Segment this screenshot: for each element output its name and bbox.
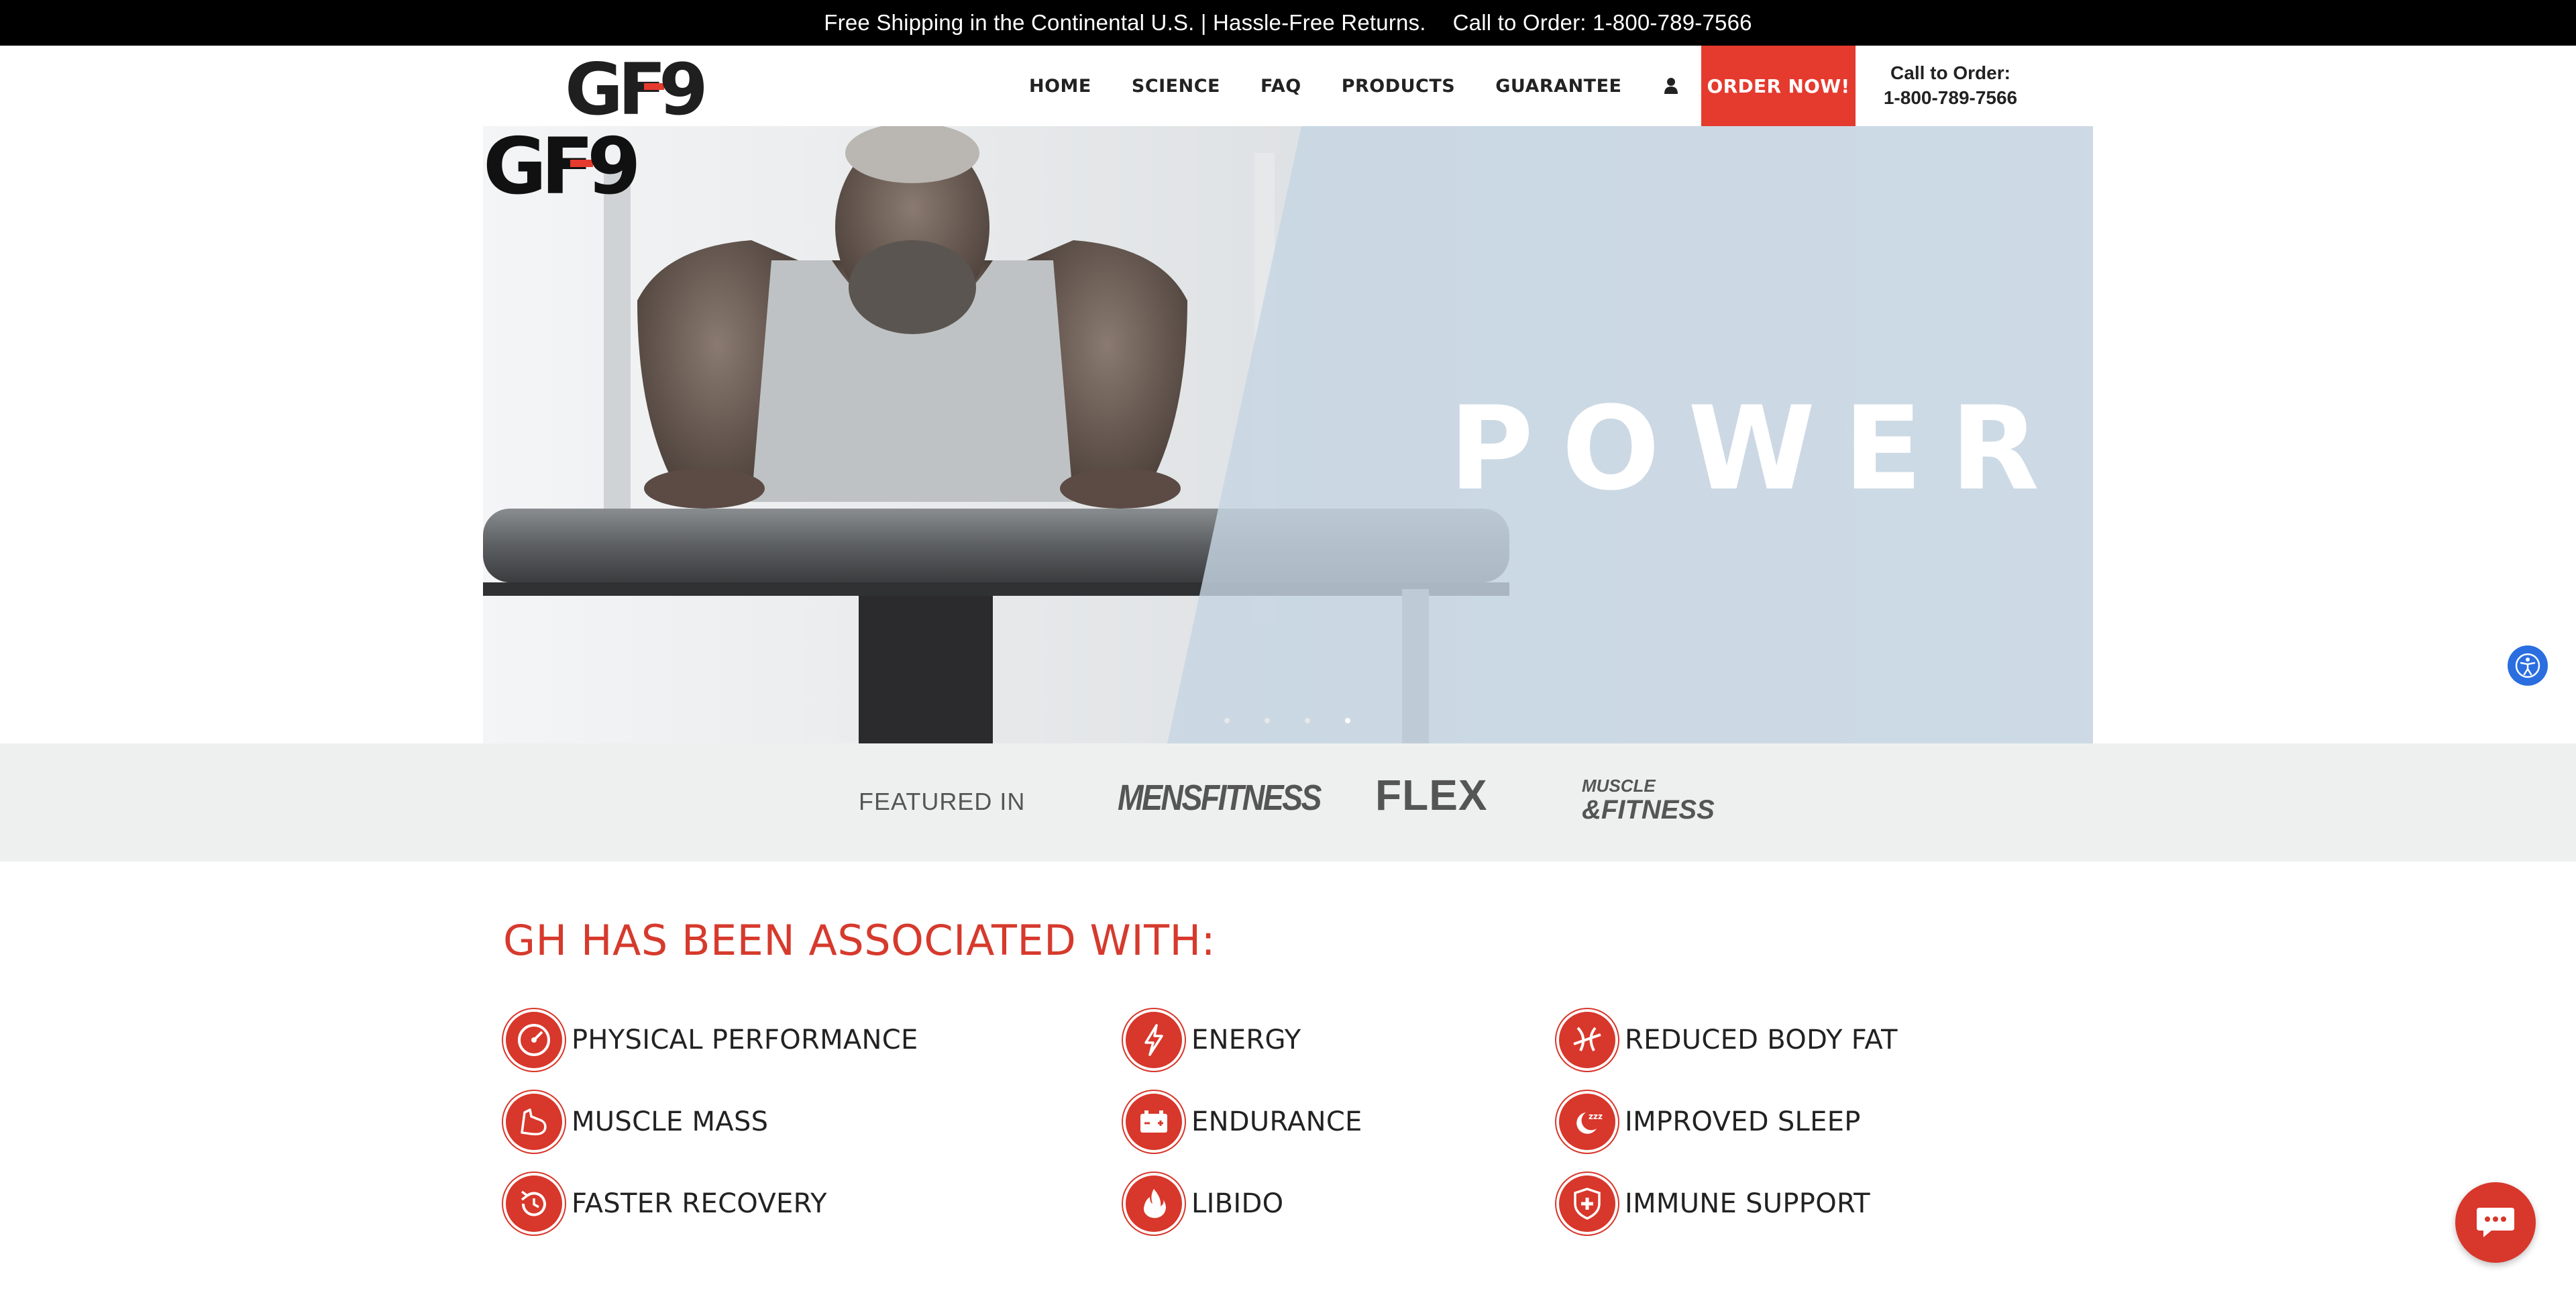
benefit-physical-performance: PHYSICAL PERFORMANCE: [503, 1009, 918, 1071]
nav-products[interactable]: PRODUCTS: [1342, 76, 1456, 97]
order-now-button[interactable]: ORDER NOW!: [1701, 46, 1856, 126]
user-icon[interactable]: [1662, 76, 1680, 95]
nav-home[interactable]: HOME: [1029, 76, 1091, 97]
shipping-notice: Free Shipping in the Continental U.S. | …: [824, 10, 1426, 35]
call-to-order: Call to Order: 1-800-789-7566: [1858, 60, 2043, 110]
benefit-libido: LIBIDO: [1123, 1173, 1283, 1235]
nav-science[interactable]: SCIENCE: [1132, 76, 1220, 97]
call-number[interactable]: 1-800-789-7566: [1858, 85, 2043, 110]
benefit-label: ENDURANCE: [1191, 1106, 1362, 1137]
benefits-title: GH HAS BEEN ASSOCIATED WITH:: [503, 916, 1216, 965]
announcement-bar: Free Shipping in the Continental U.S. | …: [0, 0, 2576, 46]
site-header: GF 9 HOME SCIENCE FAQ PRODUCTS GUARANTEE…: [0, 46, 2576, 126]
clock-refresh-icon: [503, 1173, 565, 1235]
shield-cross-icon: [1556, 1173, 1618, 1235]
slider-dot-1[interactable]: [1224, 718, 1230, 723]
mens-fitness-logo: MENSFITNESS: [1118, 778, 1322, 818]
benefit-endurance: ENDURANCE: [1123, 1091, 1362, 1153]
battery-icon: [1123, 1091, 1185, 1153]
flexed-arm-icon: [503, 1091, 565, 1153]
chat-icon[interactable]: [2455, 1182, 2536, 1263]
benefit-reduced-body-fat: REDUCED BODY FAT: [1556, 1009, 1898, 1071]
featured-in-band: FEATURED IN MENSFITNESS FLEX MUSCLE &FIT…: [0, 743, 2576, 862]
svg-text:zzz: zzz: [1589, 1112, 1603, 1121]
flex-logo: FLEX: [1375, 771, 1488, 819]
benefit-label: IMMUNE SUPPORT: [1625, 1188, 1870, 1219]
gf9-logo[interactable]: GF 9: [565, 52, 715, 121]
lightning-icon: [1123, 1009, 1185, 1071]
benefit-muscle-mass: MUSCLE MASS: [503, 1091, 768, 1153]
hero-headline: POWER: [1449, 381, 2068, 516]
benefit-faster-recovery: FASTER RECOVERY: [503, 1173, 827, 1235]
hero-slider[interactable]: POWER GF 9: [483, 126, 2093, 743]
benefit-label: REDUCED BODY FAT: [1625, 1025, 1898, 1055]
nav-guarantee[interactable]: GUARANTEE: [1495, 76, 1621, 97]
main-nav: HOME SCIENCE FAQ PRODUCTS GUARANTEE: [1029, 46, 1753, 126]
benefit-immune-support: IMMUNE SUPPORT: [1556, 1173, 1870, 1235]
benefit-label: LIBIDO: [1191, 1188, 1284, 1219]
muscle-fitness-logo: MUSCLE &FITNESS: [1582, 776, 1715, 821]
benefit-label: IMPROVED SLEEP: [1625, 1106, 1861, 1137]
svg-text:MUSCLE: MUSCLE: [1582, 776, 1656, 796]
svg-text:9: 9: [659, 52, 708, 121]
nav-faq[interactable]: FAQ: [1260, 76, 1301, 97]
featured-label: FEATURED IN: [859, 788, 1026, 815]
slider-dots: [1224, 718, 1385, 723]
slider-dot-4[interactable]: [1345, 718, 1350, 723]
benefit-label: FASTER RECOVERY: [572, 1188, 827, 1219]
hero-gf9-logo: GF 9: [483, 126, 641, 200]
call-label: Call to Order:: [1890, 62, 2010, 83]
benefit-label: PHYSICAL PERFORMANCE: [572, 1025, 918, 1055]
svg-text:&FITNESS: &FITNESS: [1582, 795, 1715, 821]
benefit-label: MUSCLE MASS: [572, 1106, 769, 1137]
svg-text:9: 9: [587, 126, 641, 200]
moon-zzz-icon: zzz: [1556, 1091, 1618, 1153]
slider-dot-3[interactable]: [1305, 718, 1310, 723]
slider-dot-2[interactable]: [1265, 718, 1270, 723]
topbar-call-link[interactable]: Call to Order: 1-800-789-7566: [1453, 10, 1752, 36]
accessibility-icon[interactable]: [2508, 645, 2548, 686]
benefit-energy: ENERGY: [1123, 1009, 1301, 1071]
benefit-improved-sleep: zzz IMPROVED SLEEP: [1556, 1091, 1861, 1153]
speedometer-icon: [503, 1009, 565, 1071]
flame-icon: [1123, 1173, 1185, 1235]
tape-measure-icon: [1556, 1009, 1618, 1071]
benefit-label: ENERGY: [1191, 1025, 1301, 1055]
